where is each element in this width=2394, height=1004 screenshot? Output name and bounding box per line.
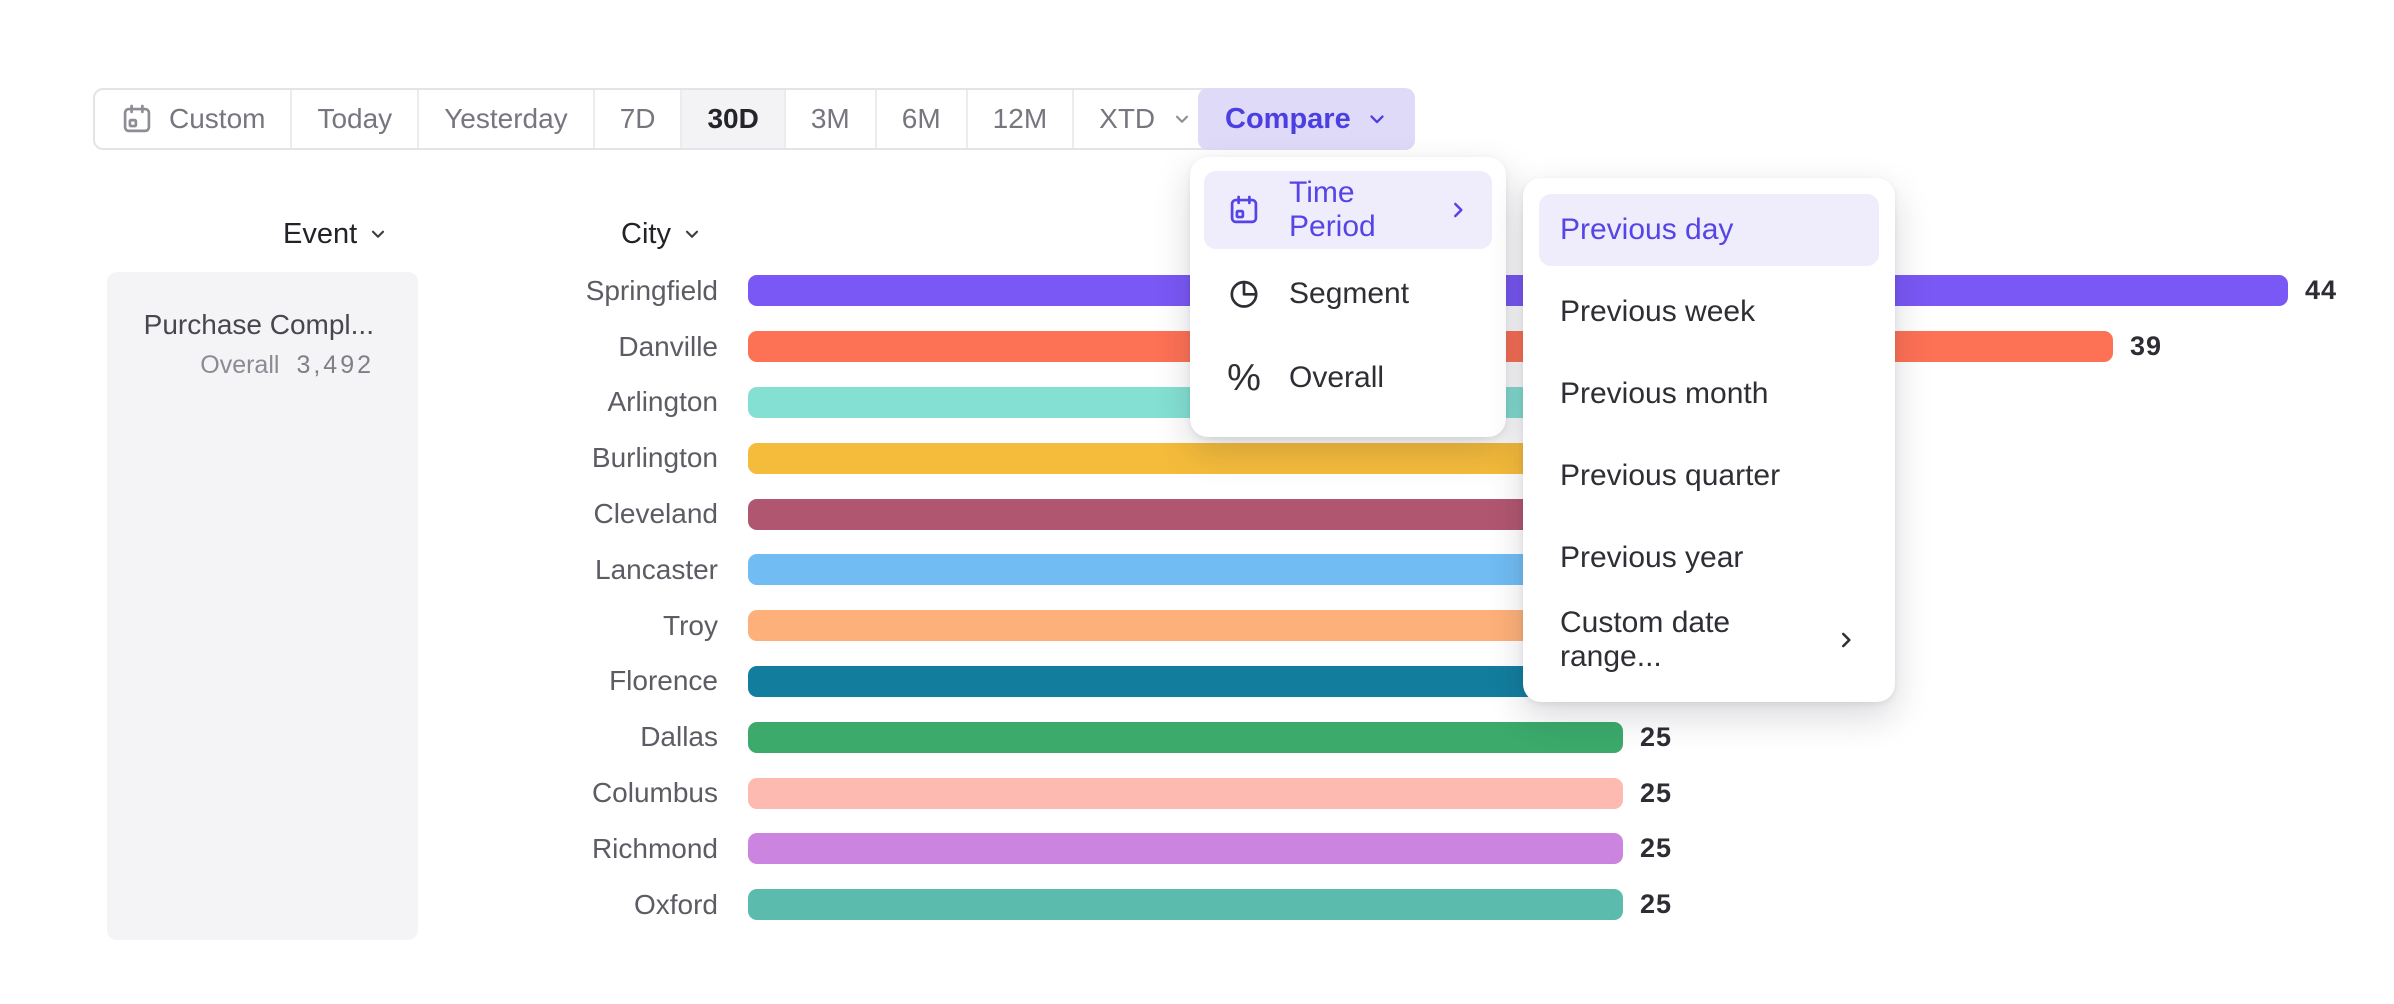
range-option-label: Custom xyxy=(169,103,265,135)
time-period-submenu: Previous day Previous week Previous month P… xyxy=(1523,178,1895,702)
city-column-header[interactable]: City xyxy=(621,217,702,251)
bar-value-label: 25 xyxy=(1640,889,1672,920)
range-option-label: XTD xyxy=(1099,103,1155,135)
bar-columbus[interactable] xyxy=(748,778,1623,809)
event-card[interactable]: Purchase Compl... Overall 3,492 xyxy=(107,272,418,940)
menu-item-overall[interactable]: % Overall xyxy=(1204,339,1492,417)
range-option-xtd[interactable]: XTD xyxy=(1072,90,1217,148)
calendar-icon xyxy=(120,102,154,136)
range-option-30d[interactable]: 30D xyxy=(680,90,783,148)
chevron-down-icon xyxy=(1172,109,1192,129)
submenu-item-previous-week[interactable]: Previous week xyxy=(1539,276,1879,348)
range-option-label: Yesterday xyxy=(444,103,568,135)
menu-item-time-period[interactable]: Time Period xyxy=(1204,171,1492,249)
pie-icon xyxy=(1226,276,1262,312)
bar-value-label: 25 xyxy=(1640,778,1672,809)
calendar-icon xyxy=(1226,192,1262,228)
submenu-item-custom-date-range[interactable]: Custom date range... xyxy=(1539,604,1879,676)
range-option-label: 30D xyxy=(707,103,758,135)
submenu-item-previous-day[interactable]: Previous day xyxy=(1539,194,1879,266)
range-option-yesterday[interactable]: Yesterday xyxy=(417,90,593,148)
range-option-12m[interactable]: 12M xyxy=(966,90,1072,148)
chevron-down-icon xyxy=(682,224,702,244)
bar-value-label: 25 xyxy=(1640,722,1672,753)
range-option-label: 3M xyxy=(811,103,850,135)
range-option-6m[interactable]: 6M xyxy=(875,90,966,148)
overall-value: 3,492 xyxy=(296,351,374,379)
bar-oxford[interactable] xyxy=(748,889,1623,920)
chevron-down-icon xyxy=(1366,108,1388,130)
chevron-down-icon xyxy=(368,224,388,244)
menu-item-label: Time Period xyxy=(1289,176,1419,244)
event-column-label: Event xyxy=(283,218,357,251)
event-name: Purchase Compl... xyxy=(127,308,374,342)
range-option-custom[interactable]: Custom xyxy=(95,90,290,148)
submenu-item-label: Previous month xyxy=(1560,377,1768,411)
range-option-label: 12M xyxy=(993,103,1047,135)
range-option-today[interactable]: Today xyxy=(290,90,417,148)
city-column-label: City xyxy=(621,218,671,251)
overall-label: Overall xyxy=(200,351,279,379)
chevron-right-icon xyxy=(1446,198,1470,222)
submenu-item-previous-quarter[interactable]: Previous quarter xyxy=(1539,440,1879,512)
bar-value-label: 39 xyxy=(2130,331,2162,362)
bar-value-label: 44 xyxy=(2305,275,2337,306)
percent-icon: % xyxy=(1226,360,1262,396)
range-option-label: 6M xyxy=(902,103,941,135)
event-column-header[interactable]: Event xyxy=(283,217,388,251)
submenu-item-previous-year[interactable]: Previous year xyxy=(1539,522,1879,594)
range-option-label: Today xyxy=(317,103,392,135)
range-option-7d[interactable]: 7D xyxy=(593,90,681,148)
range-option-label: 7D xyxy=(620,103,656,135)
submenu-item-label: Previous week xyxy=(1560,295,1755,329)
bar-richmond[interactable] xyxy=(748,833,1623,864)
submenu-item-label: Previous quarter xyxy=(1560,459,1780,493)
menu-item-label: Overall xyxy=(1289,361,1384,395)
range-option-3m[interactable]: 3M xyxy=(784,90,875,148)
bar-value-label: 25 xyxy=(1640,833,1672,864)
bar-springfield[interactable] xyxy=(748,275,2288,306)
date-range-segmented-control: Custom Today Yesterday 7D 30D 3M 6M 12M XTD xyxy=(93,88,1219,150)
submenu-item-label: Previous year xyxy=(1560,541,1743,575)
analytics-report-view: Custom Today Yesterday 7D 30D 3M 6M 12M XTD Comp… xyxy=(0,0,2394,1004)
compare-dropdown-menu: Time Period Segment% Overall xyxy=(1190,157,1506,437)
chevron-right-icon xyxy=(1834,628,1858,652)
compare-button[interactable]: Compare xyxy=(1198,88,1415,150)
submenu-item-label: Previous day xyxy=(1560,213,1733,247)
compare-button-label: Compare xyxy=(1225,103,1351,136)
bar-dallas[interactable] xyxy=(748,722,1623,753)
submenu-item-label: Custom date range... xyxy=(1560,606,1834,674)
event-overall-row: Overall 3,492 xyxy=(127,351,374,380)
menu-item-label: Segment xyxy=(1289,277,1409,311)
submenu-item-previous-month[interactable]: Previous month xyxy=(1539,358,1879,430)
menu-item-segment[interactable]: Segment xyxy=(1204,255,1492,333)
